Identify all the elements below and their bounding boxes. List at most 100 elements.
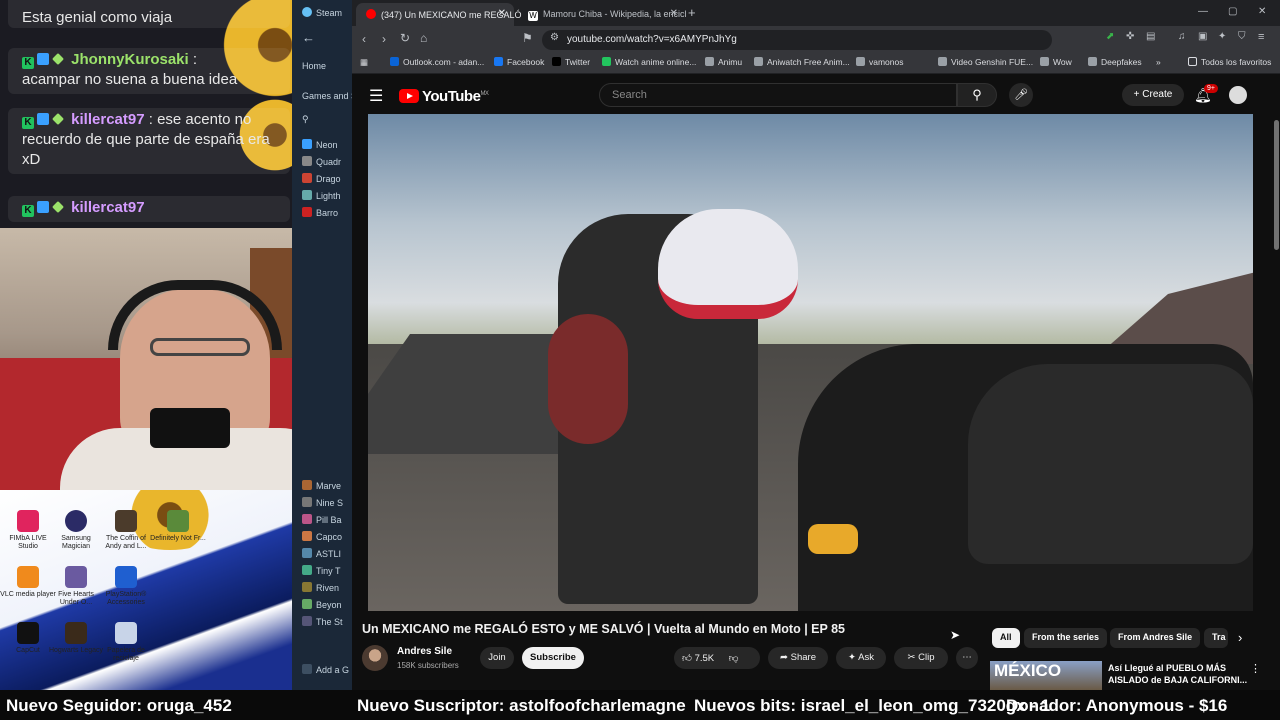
steam-game-item[interactable]: Drago <box>302 173 341 184</box>
bookmark-item[interactable]: Aniwatch Free Anim... <box>754 57 850 67</box>
ask-button[interactable]: ✦ Ask <box>836 647 886 669</box>
close-tab-icon[interactable]: ✕ <box>498 8 506 19</box>
search-input[interactable]: Search <box>599 83 957 107</box>
voice-search-button[interactable]: 🎤︎ <box>1009 83 1033 107</box>
forward-icon[interactable]: › <box>382 32 386 46</box>
address-bar[interactable]: youtube.com/watch?v=x6AMYPnJhYg <box>542 30 1052 50</box>
gem-badge-icon <box>52 113 64 125</box>
steam-game-item[interactable]: Neon <box>302 139 338 150</box>
steam-game-item[interactable]: Quadr <box>302 156 341 167</box>
chat-message: K killercat97 : ese acento no recuerdo d… <box>8 108 290 174</box>
steam-game-item[interactable]: Beyon <box>302 599 342 610</box>
close-tab-icon[interactable]: ✕ <box>670 8 678 19</box>
recommendation-thumbnail[interactable]: MÉXICO <box>990 661 1102 690</box>
subscribe-button[interactable]: Subscribe <box>522 647 584 669</box>
new-tab-button[interactable]: + <box>688 5 696 20</box>
desktop-icon[interactable]: PlayStation® Accessories <box>98 566 154 607</box>
all-bookmarks-folder[interactable]: Todos los favoritos <box>1188 57 1271 67</box>
new-bits-alert: Nuevos bits: israel_el_leon_omg_7320gx -… <box>694 696 1051 715</box>
like-button[interactable]: 👍︎ 7.5K <box>682 653 714 664</box>
sidebar-icon[interactable]: ▤ <box>1146 31 1155 42</box>
steam-game-item[interactable]: Tiny T <box>302 565 341 576</box>
desktop-icon[interactable]: Hogwarts Legacy <box>48 622 104 655</box>
steam-game-item[interactable]: The St <box>302 616 343 627</box>
new-follower-alert: Nuevo Seguidor: oruga_452 <box>6 696 232 715</box>
steam-back-icon[interactable]: ← <box>302 30 315 45</box>
create-button[interactable]: + Create <box>1122 84 1184 106</box>
extension-icon[interactable]: ⬈ <box>1106 31 1114 42</box>
minimize-button[interactable]: — <box>1198 6 1208 17</box>
channel-avatar[interactable] <box>362 645 388 671</box>
youtube-play-icon <box>399 89 419 103</box>
extensions-icon[interactable]: ✜ <box>1126 31 1134 42</box>
close-window-button[interactable]: ✕ <box>1258 6 1266 17</box>
bookmark-item[interactable]: Video Genshin FUE... <box>938 57 1033 67</box>
home-icon[interactable]: ⌂ <box>420 31 427 45</box>
steam-add-game[interactable]: Add a G <box>302 664 349 675</box>
bookmark-item[interactable]: Outlook.com - adan... <box>390 57 484 67</box>
share-button[interactable]: ➦ Share <box>768 647 828 669</box>
kick-badge-icon: K <box>22 57 34 69</box>
recommendation-more-icon[interactable]: ⋮ <box>1250 662 1261 675</box>
steam-game-item[interactable]: Nine S <box>302 497 343 508</box>
tab-youtube[interactable]: (347) Un MEXICANO me REGALÓ ✕ <box>356 3 522 26</box>
desktop-icon[interactable]: Samsung Magician <box>48 510 104 551</box>
search-button[interactable]: ⚲ <box>957 83 997 107</box>
chip-from-the-series[interactable]: From the series <box>1024 628 1108 648</box>
maximize-button[interactable]: ▢ <box>1228 6 1237 17</box>
steam-nav-games[interactable]: Games and S <box>302 91 356 101</box>
new-subscriber-alert: Nuevo Suscriptor: astolfoofcharlemagne <box>357 696 686 715</box>
chat-message: Esta genial como viaja <box>8 0 290 28</box>
steam-game-item[interactable]: Riven <box>302 582 339 593</box>
scrollbar-thumb[interactable] <box>1274 120 1279 250</box>
more-horizontal-icon: ⋯ <box>962 652 972 663</box>
chip-all[interactable]: All <box>992 628 1020 648</box>
more-bookmarks-icon[interactable]: » <box>1156 57 1161 67</box>
steam-game-item[interactable]: Marve <box>302 480 341 491</box>
steam-game-item[interactable]: Barro <box>302 207 338 218</box>
apps-grid-icon[interactable]: ▦ <box>360 57 368 68</box>
bookmark-page-icon[interactable]: ⚑ <box>522 31 533 45</box>
video-player[interactable] <box>368 114 1253 611</box>
desktop-icon[interactable]: Five Hearts Under O... <box>48 566 104 607</box>
clip-button[interactable]: ✂ Clip <box>894 647 948 669</box>
bookmark-item[interactable]: Deepfakes <box>1088 57 1142 67</box>
bookmark-item[interactable]: Facebook <box>494 57 544 67</box>
chip-trending[interactable]: Tra <box>1204 628 1228 648</box>
chips-next-icon[interactable]: › <box>1238 630 1242 645</box>
media-icon[interactable]: ♫ <box>1178 31 1186 42</box>
steam-game-item[interactable]: ASTLI <box>302 548 341 559</box>
steam-game-item[interactable]: Pill Ba <box>302 514 342 525</box>
dislike-button[interactable]: 👎︎ <box>729 653 739 664</box>
bookmark-item[interactable]: vamonos <box>856 57 904 67</box>
site-info-icon[interactable]: ⚙ <box>550 32 559 43</box>
backpack-shape <box>548 314 628 444</box>
vpn-icon[interactable]: ⛉ <box>1238 31 1246 42</box>
wallet-icon[interactable]: ▣ <box>1198 31 1207 42</box>
bookmark-item[interactable]: Animu <box>705 57 742 67</box>
recommendation-title[interactable]: Así Llegué al PUEBLO MÁS AISLADO de BAJA… <box>1108 662 1258 686</box>
reload-icon[interactable]: ↻ <box>400 31 410 45</box>
steam-game-item[interactable]: Lighth <box>302 190 341 201</box>
bookmark-item[interactable]: Watch anime online... <box>602 57 696 67</box>
more-actions-button[interactable]: ⋯ <box>956 647 978 669</box>
leo-ai-icon[interactable]: ✦ <box>1218 31 1226 42</box>
bookmark-icon <box>754 57 763 66</box>
recycle-bin-icon[interactable]: Papelera de reciclaje <box>98 622 154 663</box>
tab-wikipedia[interactable]: W Mamoru Chiba - Wikipedia, la encicl ✕ <box>518 3 687 26</box>
menu-icon[interactable]: ≡ <box>1258 31 1264 43</box>
account-avatar[interactable] <box>1229 86 1247 104</box>
hamburger-menu-icon[interactable]: ☰ <box>369 86 383 106</box>
channel-name[interactable]: Andres Sile <box>397 646 452 657</box>
join-button[interactable]: Join <box>480 647 514 669</box>
chip-from-channel[interactable]: From Andres Sile <box>1110 628 1201 648</box>
steam-game-item[interactable]: Capco <box>302 531 342 542</box>
youtube-logo[interactable]: YouTubeMX <box>399 88 489 105</box>
desktop-icon[interactable]: The Coffin of Andy and L... <box>98 510 154 551</box>
bookmark-item[interactable]: Twitter <box>552 57 590 67</box>
steam-nav-home[interactable]: Home <box>302 61 326 71</box>
steam-search-icon[interactable]: ⚲ <box>302 114 309 125</box>
bookmark-item[interactable]: Wow <box>1040 57 1072 67</box>
desktop-icon[interactable]: Definitely Not Fr... <box>150 510 206 543</box>
back-icon[interactable]: ‹ <box>362 32 366 46</box>
